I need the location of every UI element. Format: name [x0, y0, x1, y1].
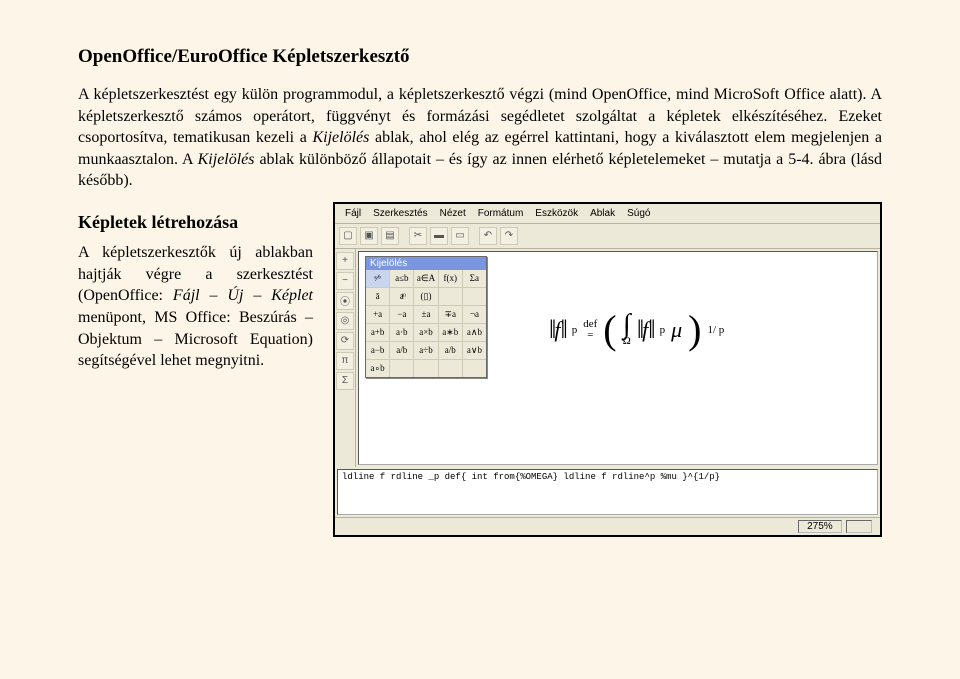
toolbar-save-icon[interactable]: ▤ [381, 227, 399, 245]
palette-cell[interactable]: a/b [390, 342, 414, 359]
formula-sup-p: p [660, 324, 666, 336]
workspace: + − ⦿ ◎ ⟳ π Σ Kijelölés ᵃ⁄ᵇ a≤b a∈A f(x)… [335, 249, 880, 467]
status-bar: 275% [335, 517, 880, 535]
toolbar-open-icon[interactable]: ▣ [360, 227, 378, 245]
palette-cell[interactable]: a∨b [463, 342, 486, 359]
palette-cell[interactable]: f(x) [439, 270, 463, 287]
formula-eq: = [587, 330, 593, 341]
toolbar-paste-icon[interactable]: ▭ [451, 227, 469, 245]
menu-window[interactable]: Ablak [585, 207, 620, 220]
integral-icon: ∫ [623, 312, 631, 337]
toolbar: ▢ ▣ ▤ ✂ ▬ ▭ ↶ ↷ [335, 224, 880, 249]
palette-cell[interactable]: a∗b [439, 324, 463, 341]
palette-cell[interactable]: aͫ [390, 288, 414, 305]
menu-edit[interactable]: Szerkesztés [368, 207, 432, 220]
menu-format[interactable]: Formátum [473, 207, 529, 220]
formula-canvas[interactable]: Kijelölés ᵃ⁄ᵇ a≤b a∈A f(x) Σa ā aͫ (▯) [358, 251, 878, 465]
term-kijeloles-2: Kijelölés [198, 151, 255, 168]
palette-cell[interactable]: (▯) [414, 288, 438, 305]
palette-cell[interactable]: a÷b [414, 342, 438, 359]
palette-cell[interactable]: −a [390, 306, 414, 323]
zoom-out-icon[interactable]: − [336, 272, 354, 290]
left-text: menüpont, MS Office: Beszúrás – Objektum… [78, 309, 313, 369]
palette-cell[interactable] [439, 288, 463, 305]
palette-cell[interactable]: a/b [439, 342, 463, 359]
palette-cell[interactable]: a∈A [414, 270, 438, 287]
formula-sub-p: p [572, 324, 578, 336]
palette-cell[interactable]: ā [366, 288, 390, 305]
palette-cell[interactable] [439, 360, 463, 377]
selection-palette[interactable]: Kijelölés ᵃ⁄ᵇ a≤b a∈A f(x) Σa ā aͫ (▯) [365, 256, 487, 378]
menu-tools[interactable]: Eszközök [530, 207, 583, 220]
zoom-in-icon[interactable]: + [336, 252, 354, 270]
palette-cell[interactable] [463, 288, 486, 305]
page-title: OpenOffice/EuroOffice Képletszerkesztő [78, 46, 882, 68]
palette-cell[interactable]: +a [366, 306, 390, 323]
formula-editor-window: Fájl Szerkesztés Nézet Formátum Eszközök… [333, 202, 882, 537]
palette-cell[interactable] [414, 360, 438, 377]
left-paragraph: A képletszerkesztők új ablakban hajtják … [78, 242, 313, 372]
toolbar-redo-icon[interactable]: ↷ [500, 227, 518, 245]
formula-omega: Ω [623, 337, 631, 347]
zoom-100-icon[interactable]: ⦿ [336, 292, 354, 310]
status-slot [846, 520, 872, 533]
menu-help[interactable]: Súgó [622, 207, 655, 220]
palette-cell[interactable]: a≤b [390, 270, 414, 287]
palette-cell[interactable] [463, 360, 486, 377]
command-input[interactable]: ldline f rdline _p def{ int from{%OMEGA}… [337, 469, 878, 515]
palette-cell[interactable]: ᵃ⁄ᵇ [366, 270, 390, 287]
menu-bar: Fájl Szerkesztés Nézet Formátum Eszközök… [335, 204, 880, 224]
toolbar-separator [472, 228, 476, 244]
menu-path: Fájl – Új – Képlet [173, 287, 313, 304]
toolbar-new-icon[interactable]: ▢ [339, 227, 357, 245]
formula-exp: 1/ p [707, 324, 724, 336]
palette-cell[interactable]: a−b [366, 342, 390, 359]
zoom-level[interactable]: 275% [798, 520, 842, 533]
menu-file[interactable]: Fájl [340, 207, 366, 220]
palette-cell[interactable]: a·b [390, 324, 414, 341]
toolbar-undo-icon[interactable]: ↶ [479, 227, 497, 245]
toolbar-separator [402, 228, 406, 244]
formula-def: def [583, 319, 597, 330]
palette-cell[interactable]: a+b [366, 324, 390, 341]
palette-cell[interactable] [390, 360, 414, 377]
toolbar-cut-icon[interactable]: ✂ [409, 227, 427, 245]
intro-paragraph: A képletszerkesztést egy külön programmo… [78, 84, 882, 192]
menu-view[interactable]: Nézet [435, 207, 471, 220]
sigma-icon[interactable]: Σ [336, 372, 354, 390]
zoom-fit-icon[interactable]: ◎ [336, 312, 354, 330]
term-kijeloles-1: Kijelölés [312, 129, 369, 146]
rendered-formula: ‖f‖p def= ( ∫ Ω ‖f‖p μ ) 1/ p [549, 312, 724, 347]
refresh-icon[interactable]: ⟳ [336, 332, 354, 350]
toolbar-copy-icon[interactable]: ▬ [430, 227, 448, 245]
side-toolbar: + − ⦿ ◎ ⟳ π Σ [335, 249, 356, 467]
palette-cell[interactable]: a×b [414, 324, 438, 341]
formula-mu: μ [671, 317, 682, 343]
palette-cell[interactable]: a∘b [366, 360, 390, 377]
palette-cell[interactable]: a∧b [463, 324, 486, 341]
subheading: Képletek létrehozása [78, 210, 313, 234]
palette-cell[interactable]: Σa [463, 270, 486, 287]
palette-cell[interactable]: ¬a [463, 306, 486, 323]
palette-cell[interactable]: ∓a [439, 306, 463, 323]
palette-title: Kijelölés [366, 257, 486, 270]
palette-cell[interactable]: ±a [414, 306, 438, 323]
symbols-icon[interactable]: π [336, 352, 354, 370]
